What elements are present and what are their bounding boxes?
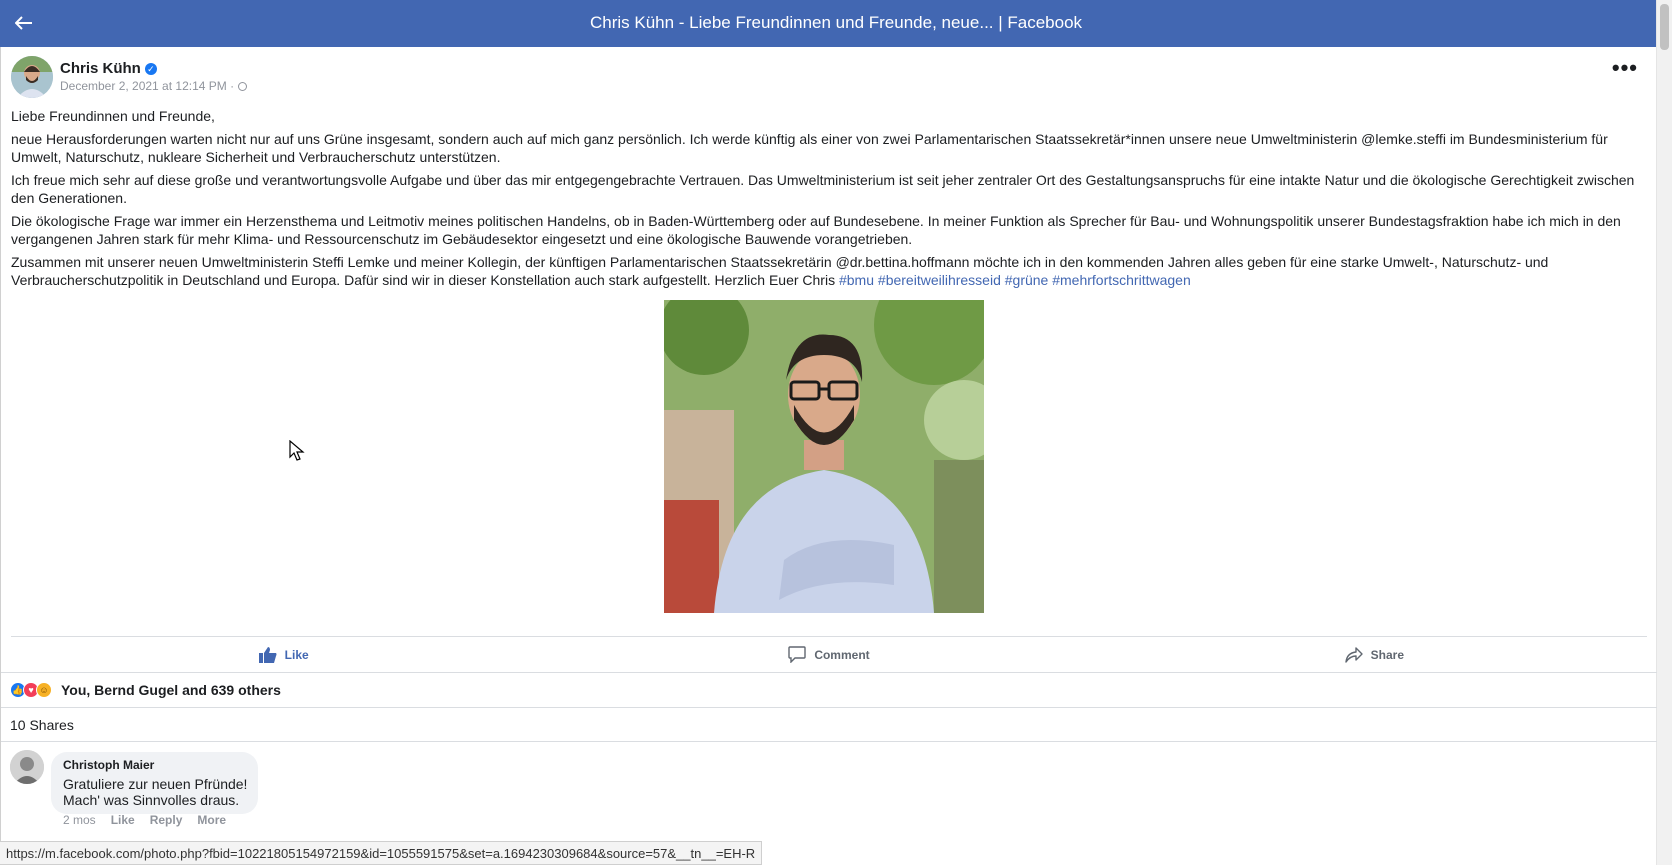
thumbs-up-icon <box>258 646 277 663</box>
comment-reply-link[interactable]: Reply <box>150 813 183 827</box>
hashtag-link[interactable]: #mehrfortschrittwagen <box>1052 272 1191 288</box>
globe-icon <box>238 81 248 91</box>
like-label[interactable]: Like <box>285 648 309 662</box>
scrollbar[interactable] <box>1656 0 1672 865</box>
shares-label[interactable]: 10 Shares <box>10 717 74 733</box>
reactions-text[interactable]: You, Bernd Gugel and 639 others <box>61 682 281 698</box>
post-paragraph: Die ökologische Frage war immer ein Herz… <box>11 213 1621 247</box>
like-button[interactable]: Like <box>11 637 556 672</box>
comment-button[interactable]: Comment <box>556 637 1101 672</box>
page-title: Chris Kühn - Liebe Freundinnen und Freun… <box>589 13 1083 32</box>
hashtag-link[interactable]: #bereitweilihresseid <box>878 272 1001 288</box>
post-paragraph: neue Herausforderungen warten nicht nur … <box>11 131 1608 165</box>
comment-bubble: Christoph Maier Gratuliere zur neuen Pfr… <box>51 752 259 814</box>
author-name[interactable]: Chris Kühn ✓ <box>60 60 157 77</box>
post-paragraph-last: Zusammen mit unserer neuen Umweltministe… <box>11 253 1641 289</box>
reactions-summary[interactable]: 👍 ♥ ☺ You, Bernd Gugel and 639 others <box>1 672 1657 707</box>
comment-label[interactable]: Comment <box>814 648 869 662</box>
shares-count[interactable]: 10 Shares <box>1 707 1657 742</box>
mouse-cursor-icon <box>289 440 305 461</box>
hashtag-link[interactable]: #grüne <box>1005 272 1049 288</box>
comment-bubble-icon <box>788 646 807 663</box>
more-options-icon[interactable]: ••• <box>1612 57 1638 79</box>
share-label[interactable]: Share <box>1371 648 1404 662</box>
comment-like-link[interactable]: Like <box>111 813 135 827</box>
share-arrow-icon <box>1344 646 1363 663</box>
timestamp-text[interactable]: December 2, 2021 at 12:14 PM · <box>60 79 234 93</box>
status-bar-url: https://m.facebook.com/photo.php?fbid=10… <box>0 841 763 865</box>
post-paragraph-text: Zusammen mit unserer neuen Umweltministe… <box>11 254 1549 288</box>
comment-body: Gratuliere zur neuen Pfründe! Mach' was … <box>63 776 248 808</box>
post-page: Chris Kühn ✓ December 2, 2021 at 12:14 P… <box>0 47 1657 865</box>
hashtag-link[interactable]: #bmu <box>839 272 874 288</box>
comment-more-link[interactable]: More <box>197 813 226 827</box>
comment-meta: 2 mos Like Reply More <box>63 813 226 827</box>
author-name-text[interactable]: Chris Kühn <box>60 60 141 77</box>
post-paragraph: Liebe Freundinnen und Freunde, <box>11 108 215 124</box>
reaction-icons: 👍 ♥ ☺ <box>10 682 52 698</box>
post-photo[interactable] <box>664 300 984 613</box>
post-text: Liebe Freundinnen und Freunde, neue Hera… <box>11 107 1641 294</box>
scrollbar-thumb[interactable] <box>1660 4 1669 50</box>
post-timestamp[interactable]: December 2, 2021 at 12:14 PM · <box>60 79 248 93</box>
top-bar: Chris Kühn - Liebe Freundinnen und Freun… <box>0 0 1672 47</box>
post-paragraph: Ich freue mich sehr auf diese große und … <box>11 172 1635 206</box>
verified-badge-icon: ✓ <box>144 62 157 75</box>
author-avatar[interactable] <box>11 56 53 98</box>
care-reaction-icon: ☺ <box>36 682 52 698</box>
comment-author[interactable]: Christoph Maier <box>63 758 247 772</box>
comment-age[interactable]: 2 mos <box>63 813 96 827</box>
post-action-bar: Like Comment Share <box>11 636 1647 672</box>
share-button[interactable]: Share <box>1102 637 1647 672</box>
commenter-avatar[interactable] <box>10 750 44 784</box>
